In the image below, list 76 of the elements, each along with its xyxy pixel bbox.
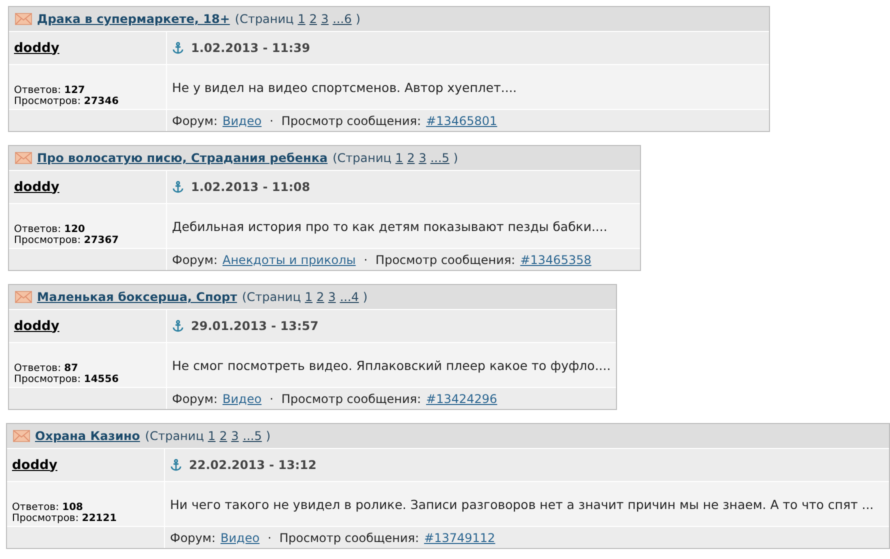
- envelope-icon: [15, 291, 32, 303]
- page-link[interactable]: 3: [418, 151, 426, 165]
- page-link[interactable]: 2: [309, 12, 318, 26]
- post-label: Просмотр сообщения:: [376, 252, 516, 266]
- replies-count: Ответов: 108: [12, 502, 84, 513]
- views-count: Просмотров: 14556: [14, 374, 119, 385]
- forum-link[interactable]: Видео: [222, 392, 262, 406]
- post-date: 29.01.2013 - 13:57: [191, 319, 318, 333]
- views-count: Просмотров: 27346: [14, 96, 119, 107]
- envelope-icon: [15, 152, 32, 164]
- anchor-icon[interactable]: [172, 42, 184, 54]
- page-link[interactable]: 3: [321, 12, 329, 26]
- author-link[interactable]: doddy: [14, 40, 60, 56]
- closing-parenthesis: ): [453, 151, 458, 165]
- closing-parenthesis: ): [362, 290, 368, 304]
- pages-label: (Страниц: [145, 429, 204, 443]
- separator-dot: ·: [270, 114, 274, 128]
- message-text: Дебильная история про то как детям показывают пезды бабки....: [172, 218, 608, 234]
- page-link[interactable]: 3: [328, 290, 336, 304]
- message-text: Не смог посмотреть видео. Яплаковский плеер какое то фуфло....: [172, 358, 611, 372]
- page-link[interactable]: 2: [407, 151, 415, 165]
- message-text: Не у видел на видео спортсменов. Автор хуеплет....: [172, 80, 517, 94]
- replies-count: Ответов: 87: [14, 363, 80, 374]
- topic-title-link[interactable]: Маленькая боксерша, Спорт: [37, 290, 238, 304]
- pages-label: (Страниц: [242, 290, 301, 304]
- page-link[interactable]: ...5: [242, 429, 262, 443]
- forum-link[interactable]: Видео: [220, 530, 260, 544]
- separator-dot: ·: [268, 530, 272, 544]
- page-link[interactable]: 1: [304, 290, 313, 304]
- topic-title-link[interactable]: Про волосатую писю, Страдания ребенка: [37, 151, 328, 165]
- page-link[interactable]: ...5: [430, 151, 450, 165]
- post-link[interactable]: #13465801: [426, 114, 498, 128]
- page-link[interactable]: 3: [231, 429, 239, 443]
- anchor-icon[interactable]: [172, 181, 184, 193]
- page-link[interactable]: ...4: [340, 290, 359, 304]
- forum-link[interactable]: Анекдоты и приколы: [222, 252, 356, 266]
- replies-count: Ответов: 120: [14, 224, 86, 235]
- envelope-icon: [15, 13, 32, 25]
- post-label: Просмотр сообщения:: [281, 392, 422, 406]
- separator-dot: ·: [364, 252, 368, 266]
- envelope-icon: [13, 430, 30, 442]
- page-link[interactable]: 1: [298, 12, 306, 26]
- page-link[interactable]: 2: [220, 429, 228, 443]
- closing-parenthesis: ): [266, 429, 271, 443]
- separator-dot: ·: [270, 392, 274, 406]
- forum-link[interactable]: Видео: [222, 114, 262, 128]
- post-link[interactable]: #13465358: [520, 252, 592, 266]
- post-label: Просмотр сообщения:: [281, 114, 422, 128]
- closing-parenthesis: ): [356, 12, 360, 26]
- author-link[interactable]: doddy: [14, 180, 60, 194]
- anchor-icon[interactable]: [170, 459, 182, 471]
- replies-count: Ответов: 127: [14, 85, 86, 96]
- forum-label: Форум:: [172, 392, 218, 406]
- anchor-icon[interactable]: [172, 320, 184, 332]
- post-date: 1.02.2013 - 11:39: [191, 41, 310, 55]
- views-count: Просмотров: 27367: [14, 235, 119, 246]
- page-link[interactable]: ...6: [332, 12, 352, 26]
- post-link[interactable]: #13749112: [424, 530, 496, 544]
- post-label: Просмотр сообщения:: [279, 530, 420, 544]
- forum-label: Форум:: [170, 530, 216, 544]
- pages-label: (Страниц: [332, 151, 392, 165]
- post-link[interactable]: #13424296: [426, 392, 498, 406]
- post-date: 1.02.2013 - 11:08: [191, 180, 310, 194]
- page-link[interactable]: 1: [395, 151, 404, 165]
- topic-title-link[interactable]: Охрана Казино: [35, 429, 140, 443]
- pages-label: (Страниц: [234, 12, 294, 26]
- views-count: Просмотров: 22121: [12, 513, 117, 524]
- message-text: Ни чего такого не увидел в ролике. Записи разговоров нет а значит причин мы не знаем. А то что спят ...: [170, 496, 874, 512]
- page-link[interactable]: 1: [208, 429, 216, 443]
- author-link[interactable]: doddy: [12, 458, 58, 472]
- forum-label: Форум:: [172, 252, 218, 266]
- author-link[interactable]: doddy: [14, 318, 60, 334]
- post-date: 22.02.2013 - 13:12: [189, 458, 316, 472]
- page-link[interactable]: 2: [316, 290, 324, 304]
- topic-title-link[interactable]: Драка в супермаркете, 18+: [37, 12, 230, 26]
- forum-label: Форум:: [172, 114, 218, 128]
